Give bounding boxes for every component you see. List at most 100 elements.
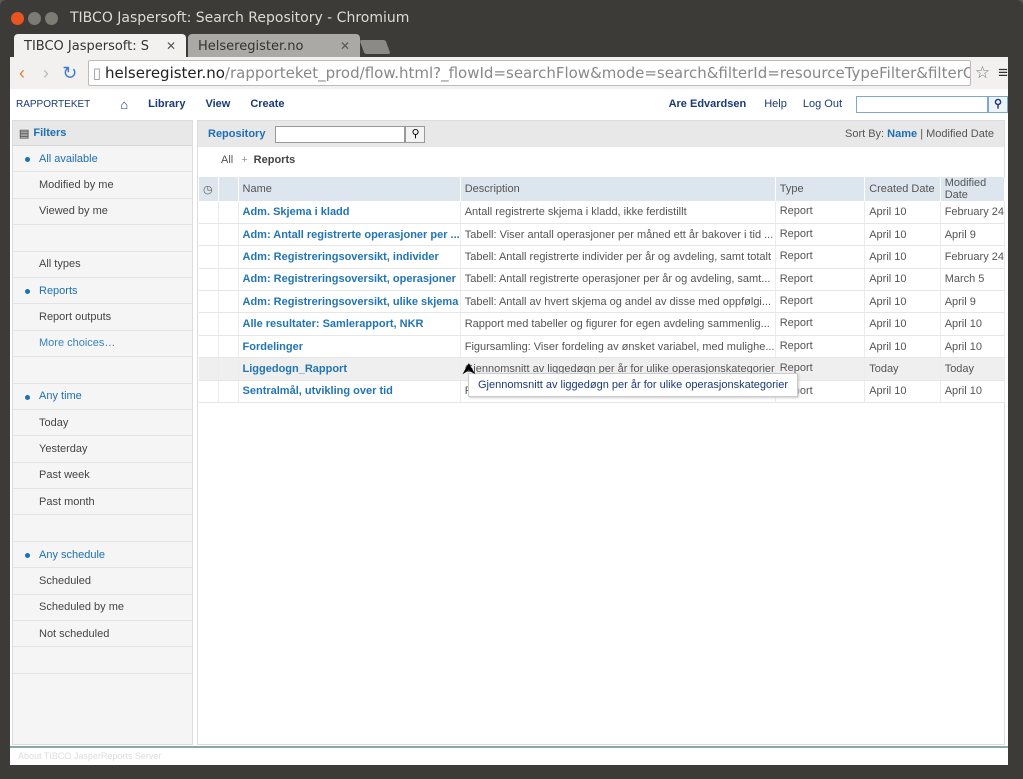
row-icon bbox=[199, 335, 220, 359]
nav-view[interactable]: View bbox=[205, 98, 230, 110]
col-name[interactable]: Name bbox=[238, 177, 461, 201]
sort-by-name[interactable]: Name bbox=[887, 128, 917, 140]
col-created[interactable]: Created Date bbox=[864, 177, 941, 201]
table-row[interactable]: Fordelinger Figursamling: Viser fordeling… bbox=[199, 335, 1006, 359]
filter-item[interactable]: Not scheduled bbox=[13, 621, 192, 648]
report-name-link[interactable]: Liggedogn_Rapport bbox=[238, 357, 461, 381]
close-tab-icon[interactable]: ✕ bbox=[166, 39, 176, 53]
table-row[interactable]: Alle resultater: Samlerapport, NKR Rappor… bbox=[199, 312, 1006, 336]
filter-item[interactable]: Any schedule bbox=[13, 542, 192, 569]
logout-link[interactable]: Log Out bbox=[803, 98, 842, 110]
tab-jaspersoft[interactable]: TIBCO Jaspersoft: S ✕ bbox=[14, 34, 186, 58]
user-name[interactable]: Are Edvardsen bbox=[669, 98, 747, 110]
filter-item[interactable]: All types bbox=[13, 252, 192, 278]
filter-item[interactable]: Today bbox=[13, 410, 192, 437]
filter-item[interactable]: Scheduled bbox=[13, 568, 192, 595]
table-row[interactable]: Adm. Skjema i kladd Antall registrerte sk… bbox=[199, 201, 1006, 224]
row-select[interactable] bbox=[218, 380, 239, 404]
tab-helseregister[interactable]: Helseregister.no ✕ bbox=[188, 34, 360, 58]
report-name-link[interactable]: Alle resultater: Samlerapport, NKR bbox=[238, 312, 461, 336]
created-date: April 10 bbox=[864, 335, 941, 359]
row-select[interactable] bbox=[218, 201, 239, 224]
row-select[interactable] bbox=[218, 357, 239, 381]
filter-item[interactable]: Reports bbox=[13, 278, 192, 305]
report-name-link[interactable]: Adm: Registreringsoversikt, operasjoner bbox=[238, 268, 461, 292]
repository-search-input[interactable] bbox=[275, 125, 406, 143]
created-date: April 10 bbox=[864, 223, 941, 247]
filter-item[interactable]: All available bbox=[13, 146, 192, 173]
filter-item[interactable]: Scheduled by me bbox=[13, 595, 192, 622]
tab-label: TIBCO Jaspersoft: S bbox=[24, 38, 150, 54]
filter-item[interactable]: Past month bbox=[13, 489, 192, 516]
row-select[interactable] bbox=[218, 335, 239, 359]
forward-icon[interactable]: › bbox=[34, 63, 58, 84]
report-name-link[interactable]: Adm: Antall registrerte operasjoner per … bbox=[238, 223, 461, 247]
search-icon[interactable]: ⚲ bbox=[988, 95, 1008, 113]
breadcrumb-current: Reports bbox=[253, 154, 296, 166]
help-link[interactable]: Help bbox=[764, 98, 787, 110]
global-search-input[interactable] bbox=[856, 95, 988, 113]
created-date: Today bbox=[864, 357, 941, 381]
close-window-button[interactable] bbox=[11, 11, 24, 25]
row-select[interactable] bbox=[218, 290, 239, 314]
report-name-link[interactable]: Adm: Registreringsoversikt, ulike skjema bbox=[238, 290, 461, 314]
filters-title: Filters bbox=[33, 127, 67, 139]
footer-about[interactable]: About TIBCO JasperReports Server bbox=[10, 746, 1008, 765]
back-icon[interactable]: ‹ bbox=[10, 63, 34, 84]
address-bar[interactable]: ▯ helseregister.no/rapporteket_prod/flow… bbox=[87, 60, 971, 86]
maximize-window-button[interactable] bbox=[45, 11, 58, 25]
home-icon[interactable]: ⌂ bbox=[120, 97, 128, 112]
report-type: Report bbox=[775, 268, 866, 292]
filter-item[interactable]: Past week bbox=[13, 463, 192, 490]
modified-date: Today bbox=[940, 357, 1006, 381]
nav-create[interactable]: Create bbox=[250, 98, 284, 110]
filter-item[interactable]: More choices… bbox=[13, 331, 192, 358]
table-row[interactable]: Adm: Antall registrerte operasjoner per … bbox=[199, 223, 1006, 247]
row-icon bbox=[199, 312, 220, 336]
report-name-link[interactable]: Fordelinger bbox=[238, 335, 461, 359]
report-type: Report bbox=[775, 201, 866, 224]
sort-label: Sort By: bbox=[844, 128, 885, 140]
minimize-window-button[interactable] bbox=[28, 11, 41, 25]
reload-icon[interactable]: ↻ bbox=[58, 63, 82, 84]
filter-item[interactable]: Report outputs bbox=[13, 304, 192, 331]
col-type[interactable]: Type bbox=[775, 177, 866, 201]
col-modified[interactable]: Modified Date bbox=[940, 177, 1006, 201]
row-icon bbox=[199, 201, 220, 224]
row-select[interactable] bbox=[218, 223, 239, 247]
menu-icon[interactable]: ≡ bbox=[998, 63, 1008, 83]
report-description: Antall registrerte skjema i kladd, ikke … bbox=[460, 201, 776, 224]
report-name-link[interactable]: Adm. Skjema i kladd bbox=[238, 201, 461, 224]
breadcrumb-all[interactable]: All bbox=[221, 154, 233, 166]
filter-item[interactable]: Yesterday bbox=[13, 436, 192, 463]
created-date: April 10 bbox=[864, 290, 941, 314]
nav-library[interactable]: Library bbox=[148, 98, 185, 110]
modified-date: April 9 bbox=[940, 290, 1006, 314]
bookmark-star-icon[interactable]: ☆ bbox=[975, 63, 990, 83]
table-row[interactable]: Adm: Registreringsoversikt, individer Tab… bbox=[199, 245, 1006, 269]
close-tab-icon[interactable]: ✕ bbox=[340, 39, 350, 53]
report-description: Tabell: Viser antall operasjoner per mån… bbox=[460, 223, 776, 247]
row-select[interactable] bbox=[218, 312, 239, 336]
table-row[interactable]: Adm: Registreringsoversikt, operasjoner T… bbox=[199, 268, 1006, 292]
filter-item[interactable]: Modified by me bbox=[13, 172, 192, 199]
new-tab-button[interactable] bbox=[359, 40, 391, 54]
row-icon bbox=[199, 357, 220, 381]
sort-by-modified[interactable]: Modified Date bbox=[926, 128, 994, 140]
report-description: Tabell: Antall registrerte individer per… bbox=[460, 245, 776, 269]
row-select[interactable] bbox=[218, 268, 239, 292]
report-name-link[interactable]: Sentralmål, utvikling over tid bbox=[238, 380, 461, 404]
mouse-cursor-icon: ⮝ bbox=[462, 361, 476, 378]
row-select[interactable] bbox=[218, 245, 239, 269]
filter-item[interactable]: Viewed by me bbox=[13, 199, 192, 226]
logo[interactable]: RAPPORTEKET bbox=[16, 99, 90, 110]
col-description[interactable]: Description bbox=[460, 177, 776, 201]
table-row[interactable]: Adm: Registreringsoversikt, ulike skjema… bbox=[199, 290, 1006, 314]
report-description: Figursamling: Viser fordeling av ønsket … bbox=[460, 335, 776, 359]
search-icon[interactable]: ⚲ bbox=[405, 125, 426, 143]
modified-date: April 10 bbox=[940, 312, 1006, 336]
filter-item[interactable]: Any time bbox=[13, 384, 192, 410]
created-date: April 10 bbox=[864, 268, 941, 292]
row-icon bbox=[199, 380, 220, 404]
report-name-link[interactable]: Adm: Registreringsoversikt, individer bbox=[238, 245, 461, 269]
